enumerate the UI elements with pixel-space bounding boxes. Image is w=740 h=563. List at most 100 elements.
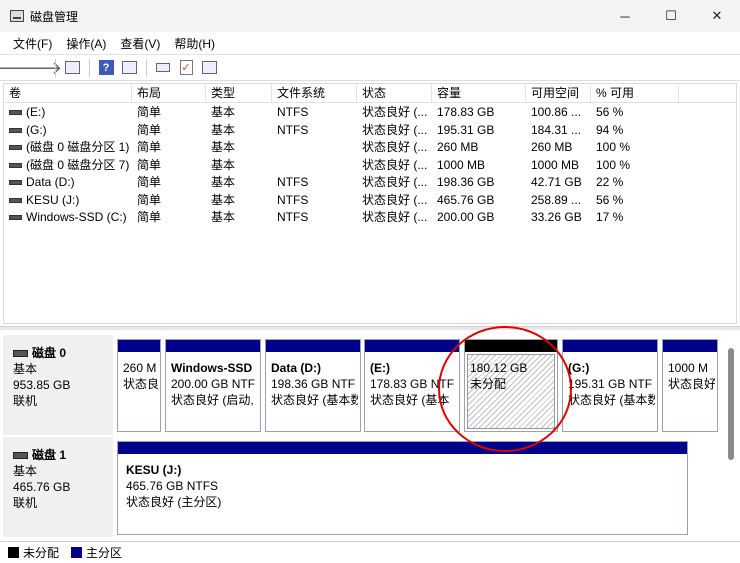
partition-status: 状态良好 (668, 377, 715, 391)
partition-recovery[interactable]: 1000 M 状态良好 (662, 339, 718, 432)
disk-size: 953.85 GB (13, 378, 71, 392)
column-header-capacity[interactable]: 容量 (432, 84, 526, 103)
disk-graphical-view: 磁盘 0 基本 953.85 GB 联机 260 M 状态良 Windows-SS… (3, 331, 737, 539)
menu-view[interactable]: 查看(V) (113, 35, 167, 52)
partition-g[interactable]: (G:) 195.31 GB NTF 状态良好 (基本数 (562, 339, 658, 432)
table-row[interactable]: Windows-SSD (C:) 简单 基本 NTFS 状态良好 (... 20… (4, 209, 736, 227)
cell-volume: (G:) (26, 122, 47, 137)
cell-filesystem: NTFS (277, 210, 309, 224)
window-title: 磁盘管理 (30, 9, 79, 24)
table-row[interactable]: (磁盘 0 磁盘分区 1) 简单 基本 状态良好 (... 260 MB 260… (4, 139, 736, 157)
cell-type: 基本 (211, 122, 236, 137)
partition-status: 状态良好 (基本 (370, 393, 450, 407)
partition-size: 178.83 GB NTF (370, 377, 455, 391)
show-hide-console-tree-button[interactable] (61, 57, 83, 79)
primary-partition-swatch (71, 547, 83, 558)
close-button[interactable]: ✕ (694, 0, 740, 32)
partition-e[interactable]: (E:) 178.83 GB NTF 状态良好 (基本 (364, 339, 460, 432)
cell-capacity: 1000 MB (437, 157, 486, 172)
partition-efi[interactable]: 260 M 状态良 (117, 339, 161, 432)
minimize-button[interactable]: ─ (602, 0, 648, 32)
cell-capacity: 200.00 GB (437, 210, 495, 224)
cell-percent-free: 22 % (596, 175, 624, 189)
column-header-layout[interactable]: 布局 (132, 84, 206, 103)
cell-free-space: 1000 MB (531, 157, 580, 172)
cell-layout: 简单 (137, 105, 162, 119)
column-header-free-space[interactable]: 可用空间 (526, 84, 591, 103)
volume-icon (9, 197, 22, 203)
checklist-icon: ✓ (179, 60, 193, 75)
menu-help[interactable]: 帮助(H) (167, 35, 222, 52)
legend-unallocated: 未分配 (23, 546, 60, 560)
table-row[interactable]: (G:) 简单 基本 NTFS 状态良好 (... 195.31 GB 184.… (4, 122, 736, 140)
partition-status: 状态良好 (基本数 (271, 393, 358, 407)
column-header-percent-free[interactable]: % 可用 (591, 84, 679, 103)
scrollbar-thumb[interactable] (728, 348, 734, 460)
cell-type: 基本 (211, 157, 236, 172)
disk-0-label[interactable]: 磁盘 0 基本 953.85 GB 联机 (3, 335, 113, 435)
cell-capacity: 260 MB (437, 140, 479, 154)
cell-volume: Windows-SSD (C:) (26, 210, 127, 224)
disk-management-icon (10, 10, 24, 22)
forward-button[interactable]: 🡒 (14, 57, 62, 79)
primary-partition-bar (266, 340, 360, 352)
cell-layout: 简单 (137, 140, 162, 154)
table-row[interactable]: Data (D:) 简单 基本 NTFS 状态良好 (... 198.36 GB… (4, 174, 736, 192)
column-header-volume[interactable]: 卷 (4, 84, 132, 103)
cell-volume: (磁盘 0 磁盘分区 1) (26, 140, 130, 154)
partition-name: (G:) (568, 361, 590, 375)
action-pane-icon (121, 61, 137, 74)
console-tree-icon (64, 61, 80, 74)
cell-percent-free: 94 % (596, 122, 624, 137)
column-header-type[interactable]: 类型 (206, 84, 272, 103)
partition-size: 1000 M (668, 361, 709, 375)
volume-icon (9, 162, 22, 168)
menu-bar: 文件(F) 操作(A) 查看(V) 帮助(H) (0, 32, 740, 54)
help-button[interactable]: ? (95, 57, 117, 79)
volume-icon (9, 145, 22, 151)
volume-icon (9, 110, 22, 116)
cell-filesystem (272, 139, 357, 157)
menu-action[interactable]: 操作(A) (59, 35, 113, 52)
cell-layout: 简单 (137, 210, 162, 224)
cell-status: 状态良好 (... (362, 122, 428, 137)
connect-button[interactable] (152, 57, 174, 79)
volume-icon (9, 180, 22, 186)
cell-status: 状态良好 (... (362, 192, 428, 207)
toolbar-separator (55, 58, 56, 77)
maximize-button[interactable]: ☐ (648, 0, 694, 32)
menu-file[interactable]: 文件(F) (6, 35, 59, 52)
column-header-status[interactable]: 状态 (357, 84, 432, 103)
table-row[interactable]: (磁盘 0 磁盘分区 7) 简单 基本 状态良好 (... 1000 MB 10… (4, 157, 736, 175)
checklist-button[interactable]: ✓ (175, 57, 197, 79)
properties-button[interactable] (198, 57, 220, 79)
table-row[interactable]: (E:) 简单 基本 NTFS 状态良好 (... 178.83 GB 100.… (4, 104, 736, 122)
partition-status: 状态良好 (基本数 (568, 393, 655, 407)
cell-type: 基本 (211, 175, 236, 189)
cell-free-space: 33.26 GB (531, 210, 582, 224)
volume-icon (9, 215, 22, 221)
cell-free-space: 258.89 ... (531, 192, 582, 207)
unallocated-space[interactable]: 180.12 GB 未分配 (464, 339, 558, 432)
partition-windows-ssd[interactable]: Windows-SSD 200.00 GB NTF 状态良好 (启动, ... (165, 339, 261, 432)
cell-filesystem: NTFS (277, 175, 309, 189)
pane-splitter[interactable] (0, 326, 740, 330)
disk-type: 基本 (13, 362, 38, 376)
cell-layout: 简单 (137, 122, 162, 137)
column-header-filesystem[interactable]: 文件系统 (272, 84, 357, 103)
cell-free-space: 42.71 GB (531, 175, 582, 189)
partition-kesu[interactable]: KESU (J:) 465.76 GB NTFS 状态良好 (主分区) (117, 441, 688, 535)
partition-name: (E:) (370, 361, 390, 375)
cell-capacity: 465.76 GB (437, 192, 495, 207)
volume-list: 卷 布局 类型 文件系统 状态 容量 可用空间 % 可用 (E:) 简单 基本 … (3, 83, 737, 324)
show-hide-action-pane-button[interactable] (118, 57, 140, 79)
primary-partition-bar (663, 340, 717, 352)
disk-1-label[interactable]: 磁盘 1 基本 465.76 GB 联机 (3, 437, 113, 537)
table-row[interactable]: KESU (J:) 简单 基本 NTFS 状态良好 (... 465.76 GB… (4, 192, 736, 210)
cell-status: 状态良好 (... (362, 140, 428, 154)
cell-volume: KESU (J:) (26, 192, 80, 207)
vertical-scrollbar[interactable] (727, 338, 735, 523)
toolbar-separator (89, 58, 90, 77)
partition-status: 状态良好 (主分区) (126, 495, 222, 509)
partition-data[interactable]: Data (D:) 198.36 GB NTF 状态良好 (基本数 (265, 339, 361, 432)
